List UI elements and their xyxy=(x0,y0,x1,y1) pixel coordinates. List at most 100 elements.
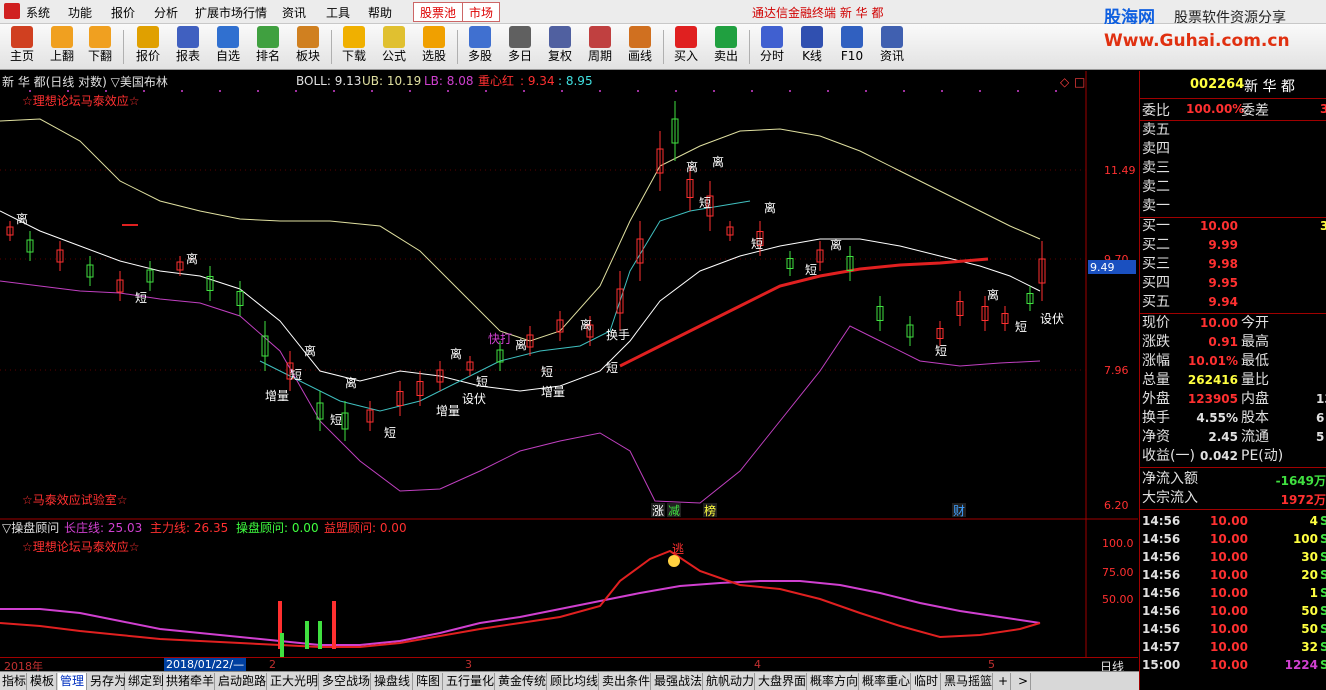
event-badge-label: 榜 xyxy=(704,503,716,518)
toolbar-button-4-1[interactable]: 卖出 xyxy=(706,26,746,68)
bottom-tab[interactable]: 模板 xyxy=(28,673,57,690)
toolbar-button-5-3[interactable]: 资讯 xyxy=(872,26,912,68)
toolbar-button-0-2[interactable]: 下翻 xyxy=(80,26,120,68)
chart-area[interactable]: 新 华 都(日线 对数) ▽美国布林 ☆理想论坛马泰效应☆ ☆马泰效应试验室☆ BOL… xyxy=(0,71,1138,661)
lb-line xyxy=(0,280,1041,504)
toolbar-label: 排名 xyxy=(255,49,280,63)
bottom-tab[interactable]: 五行量化 xyxy=(444,673,495,690)
toolbar-label: 分时 xyxy=(759,49,784,63)
toolbar-label: 画线 xyxy=(627,49,652,63)
scroll-right-icon[interactable]: > xyxy=(1016,673,1032,690)
chart-watermark: ☆马泰效应试验室☆ xyxy=(22,492,128,507)
stock-code: 002264 xyxy=(1190,77,1245,92)
toolbar-button-2-0[interactable]: 下载 xyxy=(334,26,374,68)
menu-help[interactable]: 帮助 xyxy=(368,4,392,21)
toolbar-button-0-1[interactable]: 上翻 xyxy=(42,26,82,68)
toolbar-button-1-3[interactable]: 排名 xyxy=(248,26,288,68)
bottom-tab[interactable]: 绑定到 xyxy=(126,673,164,690)
tick-price: 10.00 xyxy=(1210,586,1248,600)
toolbar-button-5-0[interactable]: 分时 xyxy=(752,26,792,68)
menu-news[interactable]: 资讯 xyxy=(282,4,306,21)
weibi-value: 100.00% xyxy=(1186,102,1245,116)
menu-tools[interactable]: 工具 xyxy=(326,4,350,21)
chart-annotation: 离 xyxy=(450,346,462,361)
bottom-tab[interactable]: 另存为 xyxy=(88,673,126,690)
bottom-tab[interactable]: 黄金传统 xyxy=(496,673,547,690)
cyan-line xyxy=(259,200,751,412)
bottom-tab[interactable]: 拱猪牵羊 xyxy=(164,673,215,690)
toolbar-button-0-0[interactable]: 主页 xyxy=(2,26,42,68)
bottom-tab[interactable]: 正大光明 xyxy=(268,673,319,690)
marker-dot xyxy=(751,90,753,92)
toolbar-label: 多股 xyxy=(467,49,492,63)
bottom-tab[interactable]: 最强战法 xyxy=(652,673,703,690)
tab-stock-pool[interactable]: 股票池 xyxy=(413,2,464,22)
main-chart[interactable]: 新 华 都(日线 对数) ▽美国布林 ☆理想论坛马泰效应☆ ☆马泰效应试验室☆ BOL… xyxy=(0,71,1138,661)
toolbar-button-1-4[interactable]: 板块 xyxy=(288,26,328,68)
bottom-tab[interactable]: 黑马摇篮 xyxy=(942,673,993,690)
bottom-tab[interactable]: 航帆动力 xyxy=(704,673,755,690)
toolbar-button-3-1[interactable]: 多日 xyxy=(500,26,540,68)
toolbar-button-5-1[interactable]: K线 xyxy=(792,26,832,68)
bottom-tab[interactable]: 管理 xyxy=(58,673,87,690)
toolbar-button-3-3[interactable]: 周期 xyxy=(580,26,620,68)
menu-extended-market[interactable]: 扩展市场行情 xyxy=(195,4,267,21)
event-badge-label: 财 xyxy=(953,504,965,518)
toolbar-icon xyxy=(509,26,531,48)
toolbar-icon xyxy=(881,26,903,48)
brand-url: Www.Guhai.com.cn xyxy=(1104,31,1290,51)
toolbar-button-3-4[interactable]: 画线 xyxy=(620,26,660,68)
sub-y-tick-label: 50.00 xyxy=(1102,593,1134,606)
bottom-tab[interactable]: 阵图 xyxy=(414,673,443,690)
signal-bar-red xyxy=(332,601,336,649)
weibi-label: 委比 xyxy=(1142,103,1170,119)
tick-volume: 50 xyxy=(1301,622,1318,636)
marker-dot xyxy=(561,90,563,92)
bottom-tab[interactable]: 大盘界面 xyxy=(756,673,807,690)
toolbar-button-3-2[interactable]: 复权 xyxy=(540,26,580,68)
toolbar-label: 主页 xyxy=(9,49,34,63)
stat-value: 123905 xyxy=(1187,392,1238,406)
divider xyxy=(1140,509,1326,510)
bottom-tab[interactable]: 临时 xyxy=(912,673,941,690)
bottom-tab[interactable]: 指标 xyxy=(0,673,27,690)
menu-quote[interactable]: 报价 xyxy=(111,4,135,21)
bottom-tab[interactable]: 概率重心 xyxy=(860,673,911,690)
toolbar-icon xyxy=(383,26,405,48)
bottom-tab[interactable]: 卖出条件 xyxy=(600,673,651,690)
menu-analysis[interactable]: 分析 xyxy=(154,4,178,21)
toolbar-button-5-2[interactable]: F10 xyxy=(832,26,872,68)
bottom-tab[interactable]: 启动跑路 xyxy=(216,673,267,690)
bottom-tab[interactable]: 多空战场 xyxy=(320,673,371,690)
toolbar-button-2-2[interactable]: 选股 xyxy=(414,26,454,68)
toolbar-button-1-0[interactable]: 报价 xyxy=(128,26,168,68)
toolbar-icon xyxy=(11,26,33,48)
menu-function[interactable]: 功能 xyxy=(68,4,92,21)
tick-time: 14:56 xyxy=(1142,586,1181,600)
stat-label: 现价 xyxy=(1142,315,1170,331)
chart-subtitle: ☆理想论坛马泰效应☆ xyxy=(22,93,140,108)
bid-volume: 3 xyxy=(1320,219,1326,233)
stat-label: 净资 xyxy=(1142,429,1170,445)
flow-value: -1649万 xyxy=(1275,474,1326,488)
bottom-tab[interactable]: 顾比均线 xyxy=(548,673,599,690)
bottom-tab[interactable]: 操盘线 xyxy=(372,673,413,690)
bid-price: 10.00 xyxy=(1200,219,1238,233)
marker-dot xyxy=(903,90,905,92)
toolbar-button-1-2[interactable]: 自选 xyxy=(208,26,248,68)
menu-system[interactable]: 系统 xyxy=(26,4,50,21)
bid-price: 9.95 xyxy=(1208,276,1238,290)
toolbar-button-3-0[interactable]: 多股 xyxy=(460,26,500,68)
bid-label: 买一 xyxy=(1142,218,1170,234)
bottom-tab[interactable]: 概率方向 xyxy=(808,673,859,690)
toolbar-button-1-1[interactable]: 报表 xyxy=(168,26,208,68)
add-tab-icon[interactable]: + xyxy=(996,673,1012,690)
tick-volume: 1 xyxy=(1309,586,1318,600)
tick-volume: 4 xyxy=(1309,514,1318,528)
tab-market[interactable]: 市场 xyxy=(462,2,501,22)
chart-annotation: 离 xyxy=(830,237,842,252)
toolbar-label: F10 xyxy=(840,49,864,63)
chart-annotation: 短 xyxy=(384,426,396,440)
toolbar-button-4-0[interactable]: 买入 xyxy=(666,26,706,68)
toolbar-button-2-1[interactable]: 公式 xyxy=(374,26,414,68)
